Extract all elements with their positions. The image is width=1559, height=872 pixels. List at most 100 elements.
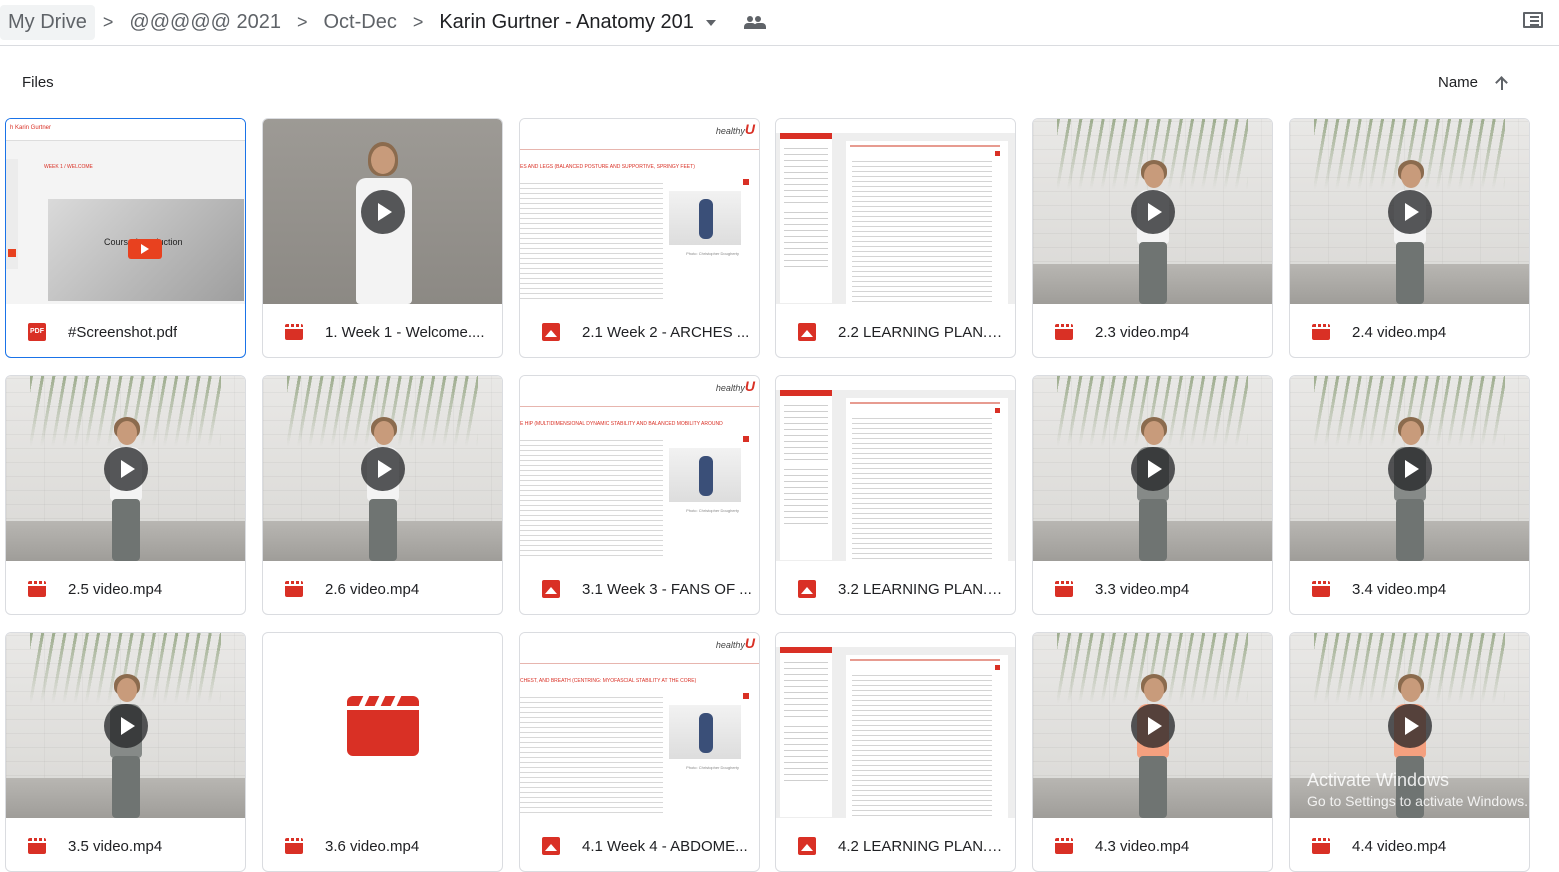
file-card[interactable]: 2.5 video.mp4	[5, 375, 246, 615]
file-thumbnail[interactable]	[263, 119, 502, 304]
file-name[interactable]: 2.1 Week 2 - ARCHES ...	[582, 324, 749, 341]
file-name[interactable]: 3.5 video.mp4	[68, 838, 162, 855]
file-card-footer[interactable]: 4.3 video.mp4	[1033, 819, 1272, 871]
play-button-icon	[103, 446, 148, 491]
file-card-footer[interactable]: 2.5 video.mp4	[6, 562, 245, 614]
file-name[interactable]: 2.5 video.mp4	[68, 581, 162, 598]
file-name[interactable]: 1. Week 1 - Welcome....	[325, 324, 485, 341]
file-card-footer[interactable]: 2.4 video.mp4	[1290, 305, 1529, 357]
play-button-icon	[1130, 703, 1175, 748]
sort-ascending-arrow-icon[interactable]	[1496, 76, 1508, 90]
file-name[interactable]: 4.1 Week 4 - ABDOME...	[582, 838, 748, 855]
file-card-footer[interactable]: 2.6 video.mp4	[263, 562, 502, 614]
file-card[interactable]: 3.3 video.mp4	[1032, 375, 1273, 615]
file-card[interactable]: healthyU E HIP (MULTIDIMENSIONAL DYNAMIC …	[519, 375, 760, 615]
file-name[interactable]: 2.3 video.mp4	[1095, 324, 1189, 341]
file-card-footer[interactable]: 2.3 video.mp4	[1033, 305, 1272, 357]
file-card[interactable]: 3.2 LEARNING PLAN.p...	[775, 375, 1016, 615]
shared-people-icon[interactable]	[743, 15, 766, 30]
photo-caption: Photo: Christopher Dougherty	[686, 508, 739, 513]
image-file-icon	[542, 580, 560, 598]
breadcrumb-my-drive[interactable]: My Drive	[0, 5, 95, 40]
file-card[interactable]: healthyU ES AND LEGS (BALANCED POSTURE AN…	[519, 118, 760, 358]
file-thumbnail[interactable]	[1033, 376, 1272, 561]
file-thumbnail[interactable]	[263, 633, 502, 818]
image-file-icon	[798, 323, 816, 341]
breadcrumb-current-folder[interactable]: Karin Gurtner - Anatomy 201	[431, 5, 702, 40]
file-card-footer[interactable]: 3.5 video.mp4	[6, 819, 245, 871]
file-card-footer[interactable]: 4.2 LEARNING PLAN.p...	[776, 819, 1015, 871]
file-card[interactable]: 3.6 video.mp4	[262, 632, 503, 872]
file-card-footer[interactable]: 3.3 video.mp4	[1033, 562, 1272, 614]
file-thumbnail[interactable]	[1290, 119, 1529, 304]
file-thumbnail[interactable]	[776, 376, 1015, 561]
file-thumbnail[interactable]: h Karin GurtnerWEEK 1 / WELCOMECourse In…	[6, 119, 245, 304]
file-thumbnail[interactable]: healthyU E HIP (MULTIDIMENSIONAL DYNAMIC …	[520, 376, 759, 561]
file-name[interactable]: 4.2 LEARNING PLAN.p...	[838, 838, 1008, 855]
document-heading-text: CHEST, AND BREATH (CENTRING: MYOFASCIAL …	[520, 678, 697, 684]
file-card[interactable]: 2.4 video.mp4	[1289, 118, 1530, 358]
video-file-icon	[1312, 581, 1330, 597]
file-card-footer[interactable]: 2.1 Week 2 - ARCHES ...	[520, 305, 759, 357]
file-card-footer[interactable]: 3.1 Week 3 - FANS OF ...	[520, 562, 759, 614]
file-card[interactable]: 3.5 video.mp4	[5, 632, 246, 872]
breadcrumb-folder-2021[interactable]: @@@@@ 2021	[121, 5, 289, 40]
file-card-footer[interactable]: 2.2 LEARNING PLAN.p...	[776, 305, 1015, 357]
file-card[interactable]: 3.4 video.mp4	[1289, 375, 1530, 615]
play-button-icon	[1387, 189, 1432, 234]
file-name[interactable]: 2.6 video.mp4	[325, 581, 419, 598]
folder-menu-chevron-down-icon[interactable]	[705, 19, 716, 26]
sort-label[interactable]: Name	[1438, 74, 1478, 91]
file-name[interactable]: 3.4 video.mp4	[1352, 581, 1446, 598]
file-name[interactable]: 4.3 video.mp4	[1095, 838, 1189, 855]
file-thumbnail[interactable]	[263, 376, 502, 561]
watermark-line-2: Go to Settings to activate Windows.	[1307, 793, 1528, 809]
file-name[interactable]: 3.6 video.mp4	[325, 838, 419, 855]
file-card-footer[interactable]: 3.4 video.mp4	[1290, 562, 1529, 614]
watermark-line-1: Activate Windows	[1307, 770, 1450, 790]
file-thumbnail[interactable]	[776, 119, 1015, 304]
file-name[interactable]: 4.4 video.mp4	[1352, 838, 1446, 855]
file-card-footer[interactable]: PDF #Screenshot.pdf	[6, 305, 245, 357]
file-thumbnail[interactable]: healthyU CHEST, AND BREATH (CENTRING: MYO…	[520, 633, 759, 818]
file-card[interactable]: 2.6 video.mp4	[262, 375, 503, 615]
file-thumbnail[interactable]	[6, 376, 245, 561]
file-thumbnail[interactable]: healthyU ES AND LEGS (BALANCED POSTURE AN…	[520, 119, 759, 304]
file-card-footer[interactable]: 4.1 Week 4 - ABDOME...	[520, 819, 759, 871]
file-card[interactable]: 1. Week 1 - Welcome....	[262, 118, 503, 358]
video-file-icon	[1055, 581, 1073, 597]
file-card-footer[interactable]: 3.6 video.mp4	[263, 819, 502, 871]
play-button-icon	[360, 189, 405, 234]
video-file-icon	[346, 695, 419, 756]
file-card[interactable]: 4.4 video.mp4	[1289, 632, 1530, 872]
video-file-icon	[285, 838, 303, 854]
play-button-icon	[1130, 189, 1175, 234]
breadcrumb-folder-oct-dec[interactable]: Oct-Dec	[315, 5, 404, 40]
file-card[interactable]: 2.2 LEARNING PLAN.p...	[775, 118, 1016, 358]
file-card[interactable]: 2.3 video.mp4	[1032, 118, 1273, 358]
file-card[interactable]: healthyU CHEST, AND BREATH (CENTRING: MYO…	[519, 632, 760, 872]
file-name[interactable]: 3.1 Week 3 - FANS OF ...	[582, 581, 752, 598]
file-card[interactable]: 4.2 LEARNING PLAN.p...	[775, 632, 1016, 872]
file-name[interactable]: 2.4 video.mp4	[1352, 324, 1446, 341]
file-thumbnail[interactable]	[1033, 633, 1272, 818]
file-thumbnail[interactable]	[776, 633, 1015, 818]
file-card[interactable]: 4.3 video.mp4	[1032, 632, 1273, 872]
file-name[interactable]: 2.2 LEARNING PLAN.p...	[838, 324, 1008, 341]
file-name[interactable]: #Screenshot.pdf	[68, 324, 177, 341]
video-file-icon	[285, 581, 303, 597]
file-thumbnail[interactable]	[1290, 376, 1529, 561]
file-card-footer[interactable]: 4.4 video.mp4	[1290, 819, 1529, 871]
list-view-icon[interactable]	[1523, 12, 1543, 28]
file-card[interactable]: h Karin GurtnerWEEK 1 / WELCOMECourse In…	[5, 118, 246, 358]
breadcrumb-bar: My Drive > @@@@@ 2021 > Oct-Dec > Karin …	[0, 0, 1559, 46]
file-name[interactable]: 3.2 LEARNING PLAN.p...	[838, 581, 1008, 598]
photo-caption: Photo: Christopher Dougherty	[686, 251, 739, 256]
play-button-icon	[128, 239, 162, 259]
sort-control[interactable]: Name	[1438, 74, 1508, 91]
file-card-footer[interactable]: 3.2 LEARNING PLAN.p...	[776, 562, 1015, 614]
file-card-footer[interactable]: 1. Week 1 - Welcome....	[263, 305, 502, 357]
file-thumbnail[interactable]	[6, 633, 245, 818]
file-name[interactable]: 3.3 video.mp4	[1095, 581, 1189, 598]
file-thumbnail[interactable]	[1033, 119, 1272, 304]
